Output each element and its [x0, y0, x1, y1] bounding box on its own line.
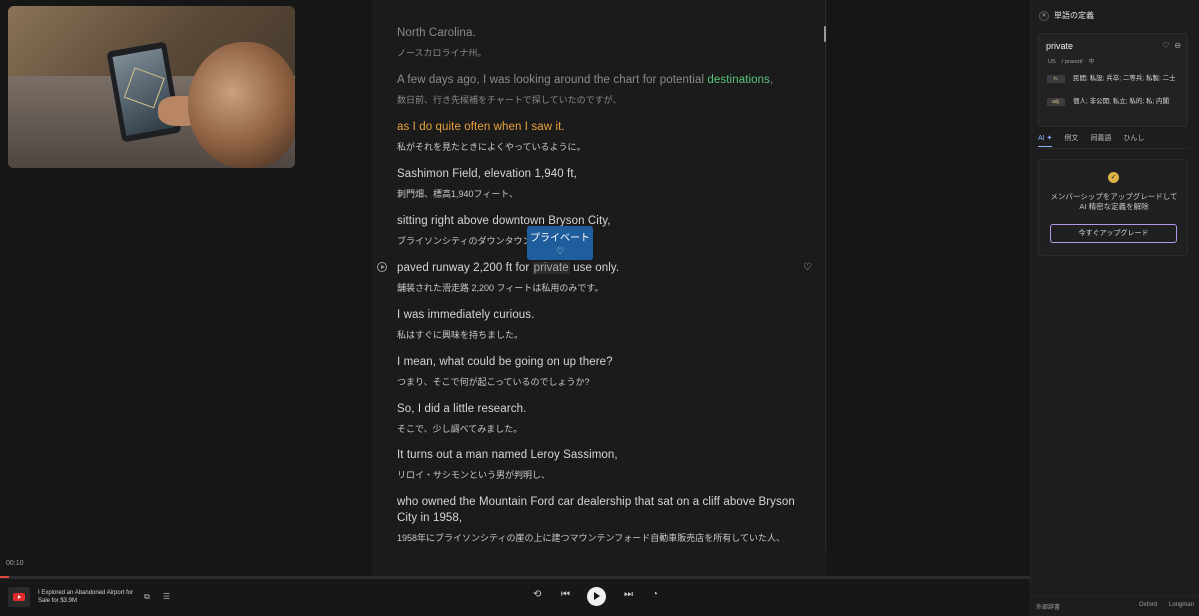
tab-examples[interactable]: 例文: [1064, 133, 1078, 147]
upgrade-button[interactable]: 今すぐアップグレード: [1050, 224, 1177, 243]
english-text: A few days ago, I was looking around the…: [397, 74, 774, 86]
definition-row: adj. 個人; 非公開; 私立; 私的; 私; 内閣: [1047, 97, 1185, 107]
english-text: who owned the Mountain Ford car dealersh…: [397, 496, 795, 508]
english-text: North Carolina.: [397, 27, 476, 39]
japanese-text: 私がそれを見たときによくやっているように。: [397, 142, 586, 152]
highlight-word[interactable]: destinations: [707, 74, 770, 86]
transcript-line[interactable]: So, I did a little research. そこで、少し調べてみま…: [397, 401, 797, 435]
japanese-text: つまり、そこで何が起こっているのでしょうか?: [397, 377, 590, 387]
tab-ai[interactable]: AI ✦: [1038, 134, 1053, 147]
repeat-icon[interactable]: ⟲: [533, 589, 541, 600]
ipa-text: /ˈpraɪvɪt/: [1061, 59, 1083, 65]
scrollbar-thumb[interactable]: [824, 26, 826, 42]
more-icon[interactable]: ⊖: [1174, 41, 1181, 50]
english-text: It turns out a man named Leroy Sassimon,: [397, 449, 618, 461]
external-dictionary-link[interactable]: 外部辞書: [1036, 602, 1060, 611]
transcript-line[interactable]: who owned the Mountain Ford car dealersh…: [397, 494, 797, 544]
japanese-text: 私はすぐに興味を持ちました。: [397, 330, 524, 340]
speed-icon[interactable]: ◔: [652, 589, 658, 600]
video-thumbnail[interactable]: [8, 6, 295, 168]
transcript-line[interactable]: I was immediately curious. 私はすぐに興味を持ちました…: [397, 307, 797, 341]
panel-footer: 外部辞書 Oxford Longman: [1030, 595, 1199, 616]
english-text: So, I did a little research.: [397, 403, 527, 415]
english-text: Sashimon Field, elevation 1,940 ft,: [397, 168, 577, 180]
japanese-text: 1958年にブライソンシティの崖の上に建つマウンテンフォード自動車販売店を所有し…: [397, 533, 785, 543]
verified-badge-icon: ✓: [1108, 172, 1119, 183]
english-text: as I do quite often when I saw it.: [397, 121, 565, 133]
tab-pos[interactable]: ひんし: [1123, 133, 1144, 147]
panel-title: 単語の定義: [1054, 11, 1094, 20]
playlist-icon[interactable]: ☰: [163, 592, 170, 601]
ai-upgrade-card: ✓ メンバーシップをアップグレードして AI 精密な定義を解除 今すぐアップグレ…: [1038, 159, 1188, 256]
translation-popup[interactable]: プライベート ♡: [527, 226, 593, 260]
headword: private: [1046, 41, 1074, 51]
close-icon[interactable]: ✕: [1039, 10, 1049, 21]
japanese-text: そこで、少し調べてみました。: [397, 424, 523, 434]
timecode: 00:10: [6, 560, 24, 567]
pos-tag: n.: [1047, 75, 1065, 83]
english-text: I mean, what could be going on up there?: [397, 356, 613, 368]
previous-icon[interactable]: ⏮: [561, 589, 570, 600]
tab-synonyms[interactable]: 同義語: [1090, 133, 1111, 147]
transcript-line[interactable]: It turns out a man named Leroy Sassimon,…: [397, 447, 797, 481]
transcript-line[interactable]: Sashimon Field, elevation 1,940 ft, 刺門畑、…: [397, 166, 797, 200]
definition-text: 個人; 非公開; 私立; 私的; 私; 内閣: [1073, 98, 1170, 105]
play-line-icon[interactable]: [377, 262, 387, 272]
speaker-icon[interactable]: 中: [1089, 59, 1095, 65]
card-actions: ♡ ⊖: [1157, 41, 1181, 50]
english-text: paved runway 2,200 ft for private use on…: [397, 262, 620, 274]
japanese-text: ノースカロライナ州。: [397, 48, 487, 58]
english-text: City in 1958,: [397, 512, 463, 524]
play-button[interactable]: [587, 587, 606, 606]
heart-icon[interactable]: ♡: [1162, 41, 1169, 50]
pronunciation: US/ˈpraɪvɪt/中: [1048, 57, 1100, 65]
definition-row: n. 民間; 私設; 兵卒; 二等兵; 私製; 二士: [1047, 74, 1185, 84]
japanese-text: 数日前、行き先候補をチャートで探していたのですが、: [397, 95, 622, 105]
transcript-line-selected[interactable]: paved runway 2,200 ft for private use on…: [397, 260, 797, 294]
selected-word[interactable]: private: [532, 262, 570, 274]
definition-tabs: AI ✦ 例文 同義語 ひんし: [1038, 133, 1190, 149]
transcript-line[interactable]: I mean, what could be going on up there?…: [397, 354, 797, 388]
japanese-text: ブライソンシティのダウンタウン: [397, 236, 532, 246]
panel-header: ✕ 単語の定義: [1039, 10, 1094, 21]
youtube-icon: [13, 593, 25, 601]
english-text: I was immediately curious.: [397, 309, 535, 321]
region-label: US: [1048, 59, 1056, 65]
transcript-line[interactable]: A few days ago, I was looking around the…: [397, 72, 797, 106]
english-text: sitting right above downtown Bryson City…: [397, 215, 611, 227]
oxford-link[interactable]: Oxford: [1139, 602, 1157, 608]
longman-link[interactable]: Longman: [1169, 602, 1194, 608]
external-link-icon[interactable]: ⧉: [144, 592, 150, 602]
transcript-line-active[interactable]: as I do quite often when I saw it. 私がそれを…: [397, 119, 797, 153]
word-card: private ♡ ⊖ US/ˈpraɪvɪt/中 n. 民間; 私設; 兵卒; …: [1038, 33, 1188, 127]
transcript-line[interactable]: sitting right above downtown Bryson City…: [397, 213, 797, 247]
track-title: I Explored an Abandoned Airport for Sale…: [38, 590, 134, 604]
upgrade-message: メンバーシップをアップグレードして AI 精密な定義を解除: [1050, 192, 1178, 211]
japanese-text: 舗装された滑走路 2,200 フィートは私用のみです。: [397, 283, 604, 293]
next-icon[interactable]: ⏭: [624, 589, 633, 600]
track-thumbnail[interactable]: [8, 587, 30, 607]
definition-text: 民間; 私設; 兵卒; 二等兵; 私製; 二士: [1073, 75, 1176, 82]
scrollbar-track[interactable]: [825, 0, 826, 550]
app-window: 00:10 North Carolina. ノースカロライナ州。 A few d…: [0, 0, 1199, 616]
video-pane: [0, 0, 372, 578]
popup-word: プライベート: [530, 233, 590, 244]
transcript-line[interactable]: North Carolina. ノースカロライナ州。: [397, 25, 797, 59]
player-bar: [0, 578, 1030, 616]
heart-icon[interactable]: ♡: [803, 262, 812, 273]
japanese-text: リロイ・サシモンという男が判明し、: [397, 470, 551, 480]
heart-icon[interactable]: ♡: [527, 246, 593, 257]
pos-tag: adj.: [1047, 98, 1065, 106]
japanese-text: 刺門畑、標高1,940フィート、: [397, 189, 519, 199]
